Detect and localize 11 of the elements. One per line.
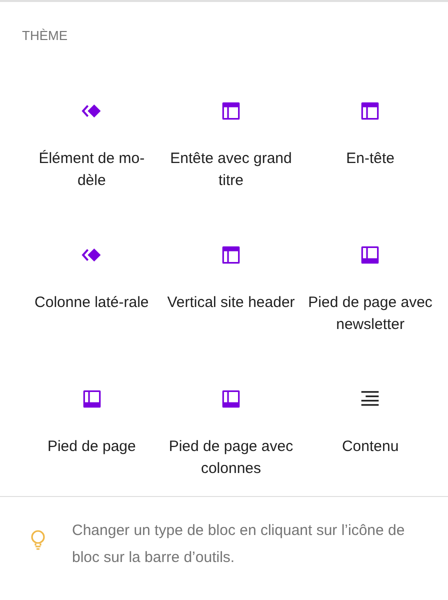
block-item[interactable]: Élément de mo-dèle — [26, 62, 157, 206]
section-title: THÈME — [22, 28, 68, 43]
block-item[interactable]: En-tête — [346, 62, 394, 206]
block-item[interactable]: Pied de page — [47, 350, 136, 494]
block-item[interactable]: Vertical site header — [167, 206, 295, 350]
block-item[interactable]: Pied de page avec colonnes — [166, 350, 296, 494]
block-item[interactable]: Contenu — [342, 350, 399, 494]
block-item[interactable]: Colonne laté-rale — [34, 206, 149, 350]
block-item[interactable]: Pied de page avec newsletter — [305, 206, 436, 350]
block-item[interactable]: Entête avec grand titre — [166, 62, 296, 206]
tip-text: Changer un type de bloc en cliquant sur l’icône de bloc sur la barre d’outils. — [72, 521, 406, 568]
